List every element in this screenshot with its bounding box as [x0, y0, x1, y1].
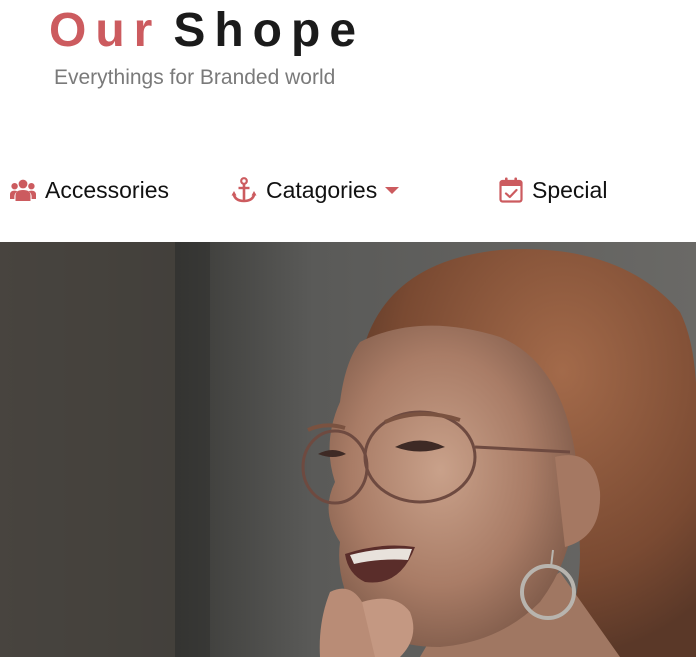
nav-item-categories[interactable]: Catagories: [231, 170, 400, 210]
nav-item-accessories[interactable]: Accessories: [10, 170, 169, 210]
hero-photo: [0, 242, 696, 657]
site-title-second-word: Shope: [173, 4, 366, 57]
site-title[interactable]: Our Shope: [49, 4, 365, 58]
nav-item-label: Catagories: [266, 177, 378, 203]
main-nav: Accessories Catagories Special: [0, 170, 696, 210]
caret-down-icon[interactable]: [385, 186, 400, 194]
nav-item-label: Accessories: [45, 177, 169, 203]
users-icon: [10, 179, 36, 201]
site-title-first-word: Our: [49, 4, 162, 57]
anchor-icon: [231, 177, 257, 203]
nav-item-special[interactable]: Special: [499, 170, 607, 210]
brand[interactable]: Our Shope Everythings for Branded world: [49, 4, 365, 91]
site-tagline: Everythings for Branded world: [54, 66, 336, 89]
hero-banner: [0, 242, 696, 657]
nav-item-label: Special: [532, 177, 608, 203]
calendar-check-icon: [499, 177, 523, 203]
